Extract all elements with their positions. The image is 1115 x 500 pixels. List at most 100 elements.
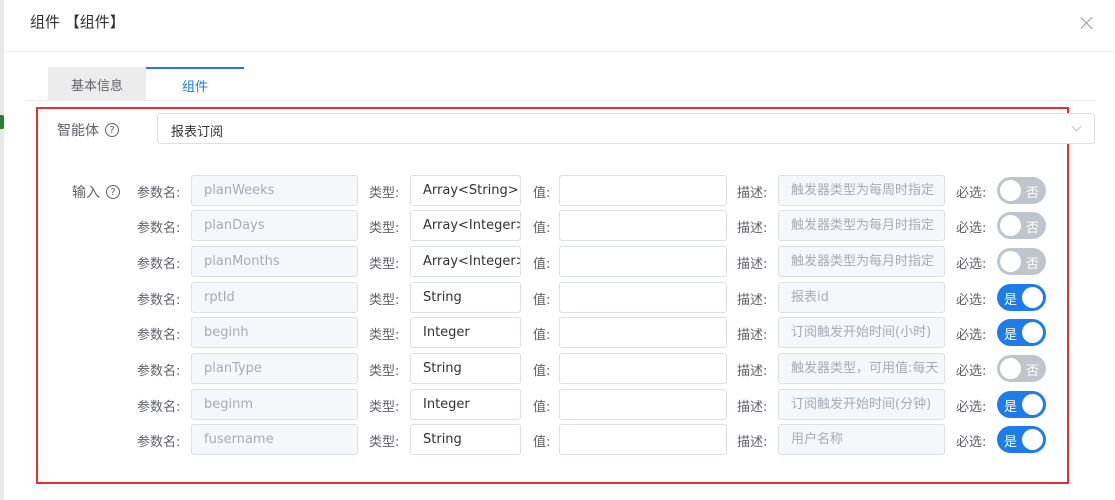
help-circle-icon[interactable]: ? xyxy=(105,123,119,137)
param-name-label: 参数名: xyxy=(137,435,181,450)
param-name-label: 参数名: xyxy=(137,221,181,236)
type-label: 类型: xyxy=(369,186,400,201)
dialog-title: 组件 【组件】 xyxy=(30,13,125,31)
toggle-knob xyxy=(1000,251,1021,272)
required-label: 必选: xyxy=(956,293,987,308)
desc-field[interactable]: 用户名称 xyxy=(778,424,945,455)
desc-label: 描述: xyxy=(737,435,768,450)
param-name-field[interactable]: beginm xyxy=(191,389,358,420)
value-field[interactable] xyxy=(559,246,727,277)
param-row: 参数名: beginh 类型: Integer 值: 描述: 订阅触发开始时间(小时) 必选:… xyxy=(4,317,1115,348)
desc-field[interactable]: 订阅触发开始时间(小时) xyxy=(778,317,945,348)
type-field[interactable]: Integer xyxy=(410,317,521,348)
param-row: 参数名: planType 类型: String 值: 描述: 触发器类型，可用值:每天 必选… xyxy=(4,353,1115,384)
desc-field[interactable]: 报表id xyxy=(778,282,945,313)
required-toggle[interactable]: 否 xyxy=(997,355,1046,382)
param-name-field[interactable]: planMonths xyxy=(191,246,358,277)
toggle-knob xyxy=(1022,287,1043,308)
required-toggle[interactable]: 是 xyxy=(997,284,1046,311)
desc-field[interactable]: 触发器类型为每周时指定 xyxy=(778,175,945,206)
tab-bar: 基本信息 组件 xyxy=(48,67,244,101)
toggle-text: 是 xyxy=(1004,435,1018,450)
value-label: 值: xyxy=(533,328,551,343)
component-dialog: 组件 【组件】 基本信息 组件 智能体 ? 报表订阅 输入 ? 参数名: plan… xyxy=(4,0,1115,500)
param-row: 参数名: rptId 类型: String 值: 描述: 报表id 必选: 是 xyxy=(4,282,1115,313)
desc-field[interactable]: 触发器类型为每月时指定 xyxy=(778,246,945,277)
required-label: 必选: xyxy=(956,221,987,236)
value-field[interactable] xyxy=(559,317,727,348)
toggle-text: 是 xyxy=(1004,400,1018,415)
desc-field[interactable]: 触发器类型，可用值:每天 xyxy=(778,353,945,384)
required-toggle[interactable]: 否 xyxy=(997,248,1046,275)
value-label: 值: xyxy=(533,435,551,450)
required-label: 必选: xyxy=(956,186,987,201)
param-row: 参数名: beginm 类型: Integer 值: 描述: 订阅触发开始时间(分钟) 必选:… xyxy=(4,389,1115,420)
param-name-field[interactable]: planType xyxy=(191,353,358,384)
value-field[interactable] xyxy=(559,353,727,384)
type-field[interactable]: Array<Integer> xyxy=(410,210,521,241)
type-field[interactable]: Integer xyxy=(410,389,521,420)
value-field[interactable] xyxy=(559,389,727,420)
toggle-knob xyxy=(1022,322,1043,343)
param-name-label: 参数名: xyxy=(137,364,181,379)
toggle-knob xyxy=(1000,180,1021,201)
type-label: 类型: xyxy=(369,328,400,343)
type-label: 类型: xyxy=(369,257,400,272)
tab-component[interactable]: 组件 xyxy=(146,67,244,101)
value-label: 值: xyxy=(533,186,551,201)
type-label: 类型: xyxy=(369,364,400,379)
desc-label: 描述: xyxy=(737,221,768,236)
desc-label: 描述: xyxy=(737,364,768,379)
toggle-knob xyxy=(1022,394,1043,415)
close-icon[interactable] xyxy=(1077,13,1097,33)
param-name-field[interactable]: fusername xyxy=(191,424,358,455)
param-name-label: 参数名: xyxy=(137,186,181,201)
value-field[interactable] xyxy=(559,175,727,206)
value-label: 值: xyxy=(533,221,551,236)
agent-label-text: 智能体 xyxy=(57,123,99,139)
type-field[interactable]: String xyxy=(410,353,521,384)
required-label: 必选: xyxy=(956,400,987,415)
agent-select[interactable]: 报表订阅 xyxy=(157,113,1095,144)
param-row: 参数名: planDays 类型: Array<Integer> 值: 描述: 触发器类型为… xyxy=(4,210,1115,241)
param-name-field[interactable]: rptId xyxy=(191,282,358,313)
required-toggle[interactable]: 是 xyxy=(997,319,1046,346)
type-field[interactable]: String xyxy=(410,424,521,455)
toggle-text: 是 xyxy=(1004,328,1018,343)
param-name-label: 参数名: xyxy=(137,400,181,415)
param-row: 参数名: planWeeks 类型: Array<String> 值: 描述: 触发器类型为… xyxy=(4,175,1115,206)
param-name-field[interactable]: planDays xyxy=(191,210,358,241)
type-label: 类型: xyxy=(369,400,400,415)
type-field[interactable]: String xyxy=(410,282,521,313)
required-label: 必选: xyxy=(956,328,987,343)
desc-label: 描述: xyxy=(737,400,768,415)
param-name-field[interactable]: beginh xyxy=(191,317,358,348)
value-label: 值: xyxy=(533,257,551,272)
toggle-text: 否 xyxy=(1025,364,1039,379)
desc-label: 描述: xyxy=(737,186,768,201)
required-toggle[interactable]: 否 xyxy=(997,177,1046,204)
value-field[interactable] xyxy=(559,282,727,313)
required-label: 必选: xyxy=(956,364,987,379)
tabs-divider xyxy=(26,100,1096,101)
required-label: 必选: xyxy=(956,435,987,450)
param-name-label: 参数名: xyxy=(137,328,181,343)
type-field[interactable]: Array<String> xyxy=(410,175,521,206)
desc-field[interactable]: 触发器类型为每月时指定 xyxy=(778,210,945,241)
param-name-field[interactable]: planWeeks xyxy=(191,175,358,206)
required-toggle[interactable]: 否 xyxy=(997,212,1046,239)
tab-basic-info[interactable]: 基本信息 xyxy=(48,67,146,101)
type-label: 类型: xyxy=(369,435,400,450)
value-label: 值: xyxy=(533,293,551,308)
required-toggle[interactable]: 是 xyxy=(997,426,1046,453)
type-label: 类型: xyxy=(369,221,400,236)
required-toggle[interactable]: 是 xyxy=(997,391,1046,418)
value-field[interactable] xyxy=(559,424,727,455)
toggle-text: 否 xyxy=(1025,221,1039,236)
chevron-down-icon xyxy=(1071,121,1082,132)
toggle-knob xyxy=(1022,429,1043,450)
type-field[interactable]: Array<Integer> xyxy=(410,246,521,277)
value-field[interactable] xyxy=(559,210,727,241)
desc-field[interactable]: 订阅触发开始时间(分钟) xyxy=(778,389,945,420)
value-label: 值: xyxy=(533,364,551,379)
